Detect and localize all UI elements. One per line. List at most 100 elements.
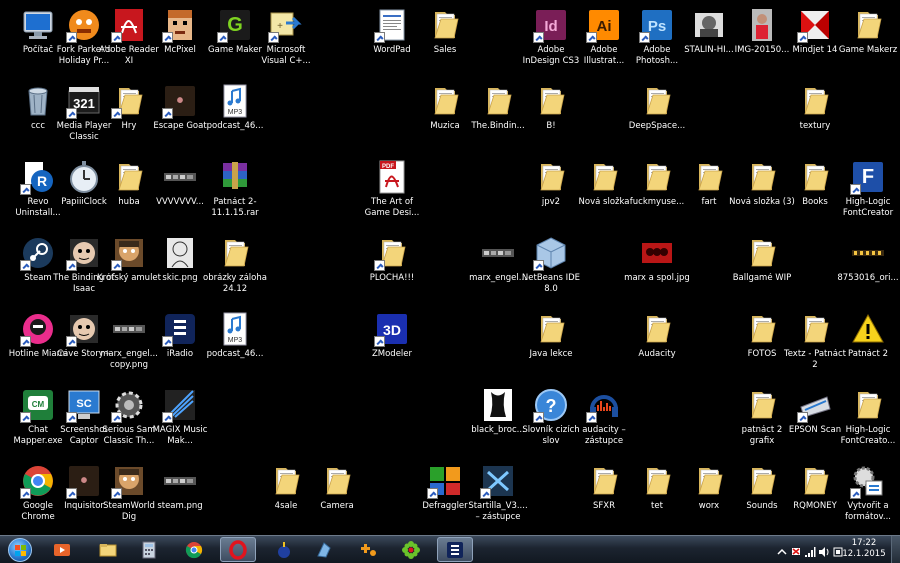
- flag-icon[interactable]: [790, 543, 802, 555]
- desktop-icon[interactable]: Startilla_V3.... – zástupce: [465, 459, 531, 533]
- folder-icon: [850, 387, 886, 423]
- desktop-icon-label: obrázky záloha 24.12: [203, 273, 267, 294]
- svg-text:•: •: [176, 90, 183, 112]
- action-center-icon[interactable]: [832, 543, 844, 557]
- desktop-icon-label: Java lekce: [529, 349, 573, 359]
- svg-text:MP3: MP3: [228, 109, 243, 116]
- taskbar-button[interactable]: [393, 537, 429, 562]
- zmodeler-icon: 3D: [374, 311, 410, 347]
- desktop-icon[interactable]: obrázky záloha 24.12: [202, 231, 268, 305]
- desktop-icon-label: DeepSpace...: [628, 121, 686, 131]
- image-icon: [480, 235, 516, 271]
- desktop-icon[interactable]: 3D ZModeler: [359, 307, 425, 381]
- start-button[interactable]: [3, 536, 37, 563]
- desktop-icon[interactable]: Vytvořit a formátov...: [835, 459, 900, 533]
- volume-icon[interactable]: [818, 543, 830, 557]
- folder-icon: [586, 159, 622, 195]
- taskbar-button[interactable]: [350, 537, 386, 562]
- desktop-icon[interactable]: Java lekce: [518, 307, 584, 381]
- folder-icon: [797, 159, 833, 195]
- taskbar-button[interactable]: [306, 537, 342, 562]
- desktop-icon[interactable]: Camera: [304, 459, 370, 533]
- desktop-icon[interactable]: + Microsoft Visual C+...: [253, 3, 319, 77]
- opera-icon: [228, 539, 248, 560]
- icq-icon: [401, 540, 421, 560]
- desktop-icon[interactable]: Patnáct 2: [835, 307, 900, 381]
- desktop-icon-label: Patnáct 2-11.1.15.rar: [211, 197, 259, 218]
- game-maker-icon: G: [217, 7, 253, 43]
- desktop-icon[interactable]: 8753016_ori...: [835, 231, 900, 305]
- taskbar-button[interactable]: [176, 537, 212, 562]
- taskbar-button[interactable]: [131, 537, 167, 562]
- desktop-icon-label: podcast_46...: [206, 349, 264, 359]
- desktop-icon[interactable]: Sales: [412, 3, 478, 77]
- folder-icon: [427, 83, 463, 119]
- shortcut-arrow-icon: [66, 260, 77, 271]
- svg-text:PDF: PDF: [382, 164, 394, 170]
- desktop-icon[interactable]: High-Logic FontCreato...: [835, 383, 900, 457]
- netbeans-icon: [533, 235, 569, 271]
- network-icon[interactable]: [804, 543, 816, 557]
- calculator-icon: [139, 540, 159, 560]
- shortcut-arrow-icon: [374, 336, 385, 347]
- desktop-icon[interactable]: PLOCHA!!!: [359, 231, 425, 305]
- desktop-icon-label: marx a spol.jpg: [624, 273, 690, 283]
- desktop-icon[interactable]: Ballgamé WIP: [729, 231, 795, 305]
- desktop-icon[interactable]: PDF The Art of Game Desi...: [359, 155, 425, 229]
- desktop-icon[interactable]: B!: [518, 79, 584, 153]
- image-icon: [480, 387, 516, 423]
- taskbar-button[interactable]: [220, 537, 256, 562]
- folder-icon: [850, 7, 886, 43]
- desktop-icon[interactable]: audacity – zástupce: [571, 383, 637, 457]
- desktop-icon[interactable]: Game Makerz: [835, 3, 900, 77]
- joypad-icon: [358, 540, 378, 560]
- desktop-icon-label: Audacity: [638, 349, 676, 359]
- desktop[interactable]: Počítač Fork Parker's Holiday Pr... Adobe …: [0, 0, 900, 535]
- show-desktop-button[interactable]: [891, 536, 900, 563]
- desktop-icon[interactable]: marx a spol.jpg: [624, 231, 690, 305]
- desktop-icon-label: Microsoft Visual C+...: [261, 45, 311, 66]
- desktop-icon[interactable]: Patnáct 2-11.1.15.rar: [202, 155, 268, 229]
- shortcut-arrow-icon: [268, 32, 279, 43]
- shortcut-arrow-icon: [111, 412, 122, 423]
- image-icon: [162, 463, 198, 499]
- image-icon: [691, 7, 727, 43]
- desktop-icon[interactable]: steam.png: [147, 459, 213, 533]
- shortcut-arrow-icon: [162, 108, 173, 119]
- taskbar: 17:22 12.1.2015: [0, 535, 900, 563]
- shortcut-arrow-icon: [20, 184, 31, 195]
- desktop-icon[interactable]: MP3 podcast_46...: [202, 79, 268, 153]
- clock[interactable]: 17:22 12.1.2015: [840, 538, 888, 560]
- desktop-icon[interactable]: NetBeans IDE 8.0: [518, 231, 584, 305]
- show-hidden-icon[interactable]: [776, 543, 788, 555]
- desktop-icon[interactable]: Audacity: [624, 307, 690, 381]
- mcpixel-icon: [162, 7, 198, 43]
- desktop-icon-label: 8753016_ori...: [837, 273, 899, 283]
- clock-time: 17:22: [851, 538, 877, 548]
- shortcut-arrow-icon: [66, 32, 77, 43]
- shortcut-arrow-icon: [374, 32, 385, 43]
- folder-icon: [691, 159, 727, 195]
- pdf-icon: PDF: [374, 159, 410, 195]
- desktop-icon-label: Sales: [433, 45, 457, 55]
- desktop-icon[interactable]: MP3 podcast_46...: [202, 307, 268, 381]
- taskbar-button[interactable]: [437, 537, 473, 562]
- desktop-icon[interactable]: F High-Logic FontCreator: [835, 155, 900, 229]
- defraggler-icon: [427, 463, 463, 499]
- image-icon: [162, 235, 198, 271]
- desktop-icon-label: Camera: [320, 501, 354, 511]
- adobe-reader-icon: [111, 7, 147, 43]
- desktop-icon[interactable]: textury: [782, 79, 848, 153]
- taskbar-button[interactable]: [90, 537, 126, 562]
- steamworld-icon: [111, 463, 147, 499]
- explorer-icon: [98, 540, 118, 560]
- iradio-icon: [445, 540, 465, 560]
- image-icon: [639, 235, 675, 271]
- shortcut-arrow-icon: [533, 412, 544, 423]
- desktop-icon[interactable]: DeepSpace...: [624, 79, 690, 153]
- taskbar-button[interactable]: [266, 537, 302, 562]
- taskbar-button[interactable]: [44, 537, 80, 562]
- folder-icon: [639, 83, 675, 119]
- shortcut-arrow-icon: [111, 260, 122, 271]
- desktop-icon[interactable]: MAGIX Music Mak...: [147, 383, 213, 457]
